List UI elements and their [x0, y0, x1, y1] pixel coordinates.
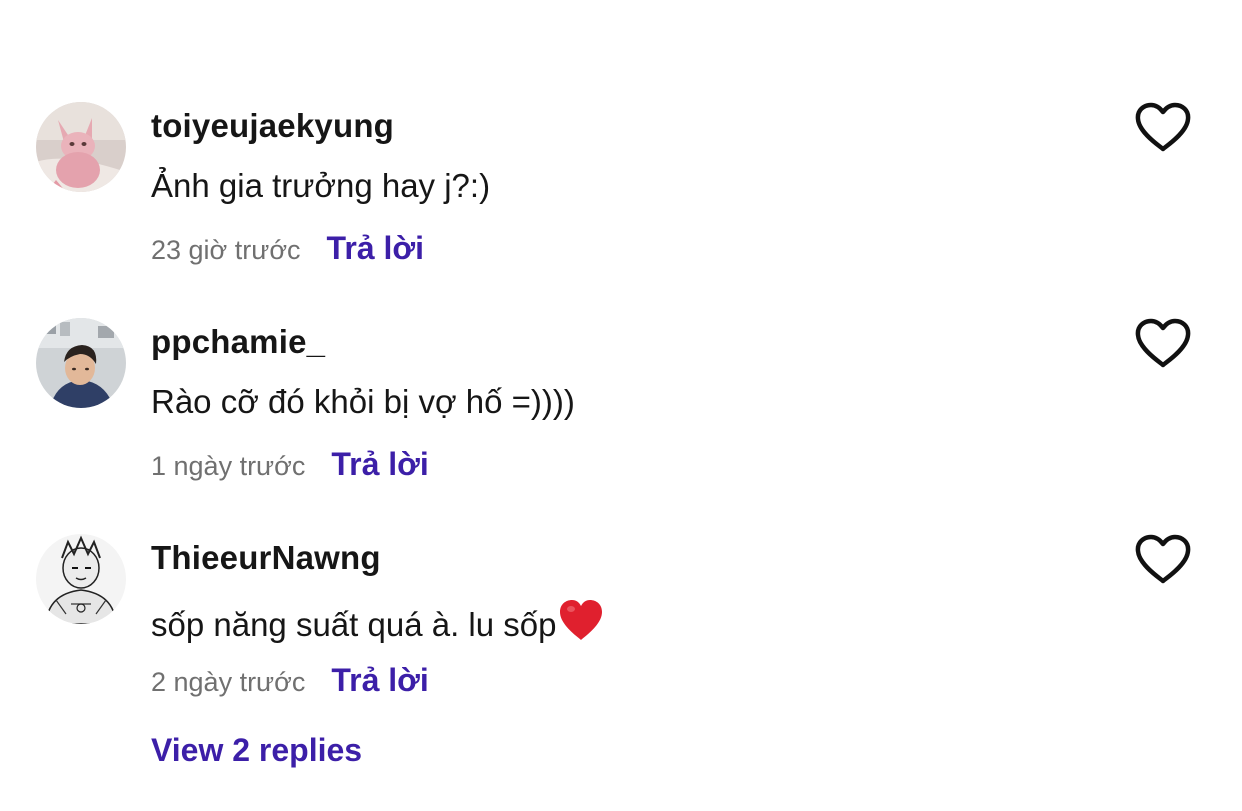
avatar[interactable] [36, 102, 126, 192]
person-photo-avatar-icon [36, 318, 126, 408]
view-replies-button[interactable]: View 2 replies [151, 730, 362, 770]
manga-sketch-avatar-icon [36, 534, 126, 624]
comment-timestamp: 23 giờ trước [151, 235, 301, 265]
reply-button[interactable]: Trả lời [331, 660, 428, 700]
comment-username[interactable]: ppchamie_ [151, 322, 325, 362]
sphynx-cat-avatar-icon [36, 102, 126, 192]
heart-outline-icon [1135, 534, 1191, 584]
heart-outline-icon [1135, 102, 1191, 152]
like-button[interactable] [1134, 318, 1192, 370]
comment-item: ppchamie_ Rào cỡ đó khỏi bị vợ hố =)))) … [0, 318, 1242, 518]
comment-username[interactable]: ThieeurNawng [151, 538, 381, 578]
reply-button[interactable]: Trả lời [327, 228, 424, 268]
comment-item: ThieeurNawng sốp năng suất quá à. lu sốp… [0, 534, 1242, 734]
comment-text: sốp năng suất quá à. lu sốp [151, 606, 557, 643]
comment-username[interactable]: toiyeujaekyung [151, 106, 394, 146]
avatar[interactable] [36, 318, 126, 408]
comment-timestamp: 1 ngày trước [151, 451, 306, 481]
comment-text: Rào cỡ đó khỏi bị vợ hố =)))) [151, 383, 575, 420]
comment-meta: 2 ngày trước Trả lời [151, 660, 429, 700]
comment-meta: 23 giờ trước Trả lời [151, 228, 424, 268]
like-button[interactable] [1134, 534, 1192, 586]
reply-button[interactable]: Trả lời [331, 444, 428, 484]
heart-outline-icon [1135, 318, 1191, 368]
red-heart-emoji-icon [558, 598, 604, 651]
comment-meta: 1 ngày trước Trả lời [151, 444, 429, 484]
comment-timestamp: 2 ngày trước [151, 667, 306, 697]
avatar[interactable] [36, 534, 126, 624]
like-button[interactable] [1134, 102, 1192, 154]
comment-item: toiyeujaekyung Ảnh gia trưởng hay j?:) 2… [0, 102, 1242, 302]
comment-text: Ảnh gia trưởng hay j?:) [151, 167, 491, 204]
comment-text-line: sốp năng suất quá à. lu sốp [151, 598, 604, 651]
